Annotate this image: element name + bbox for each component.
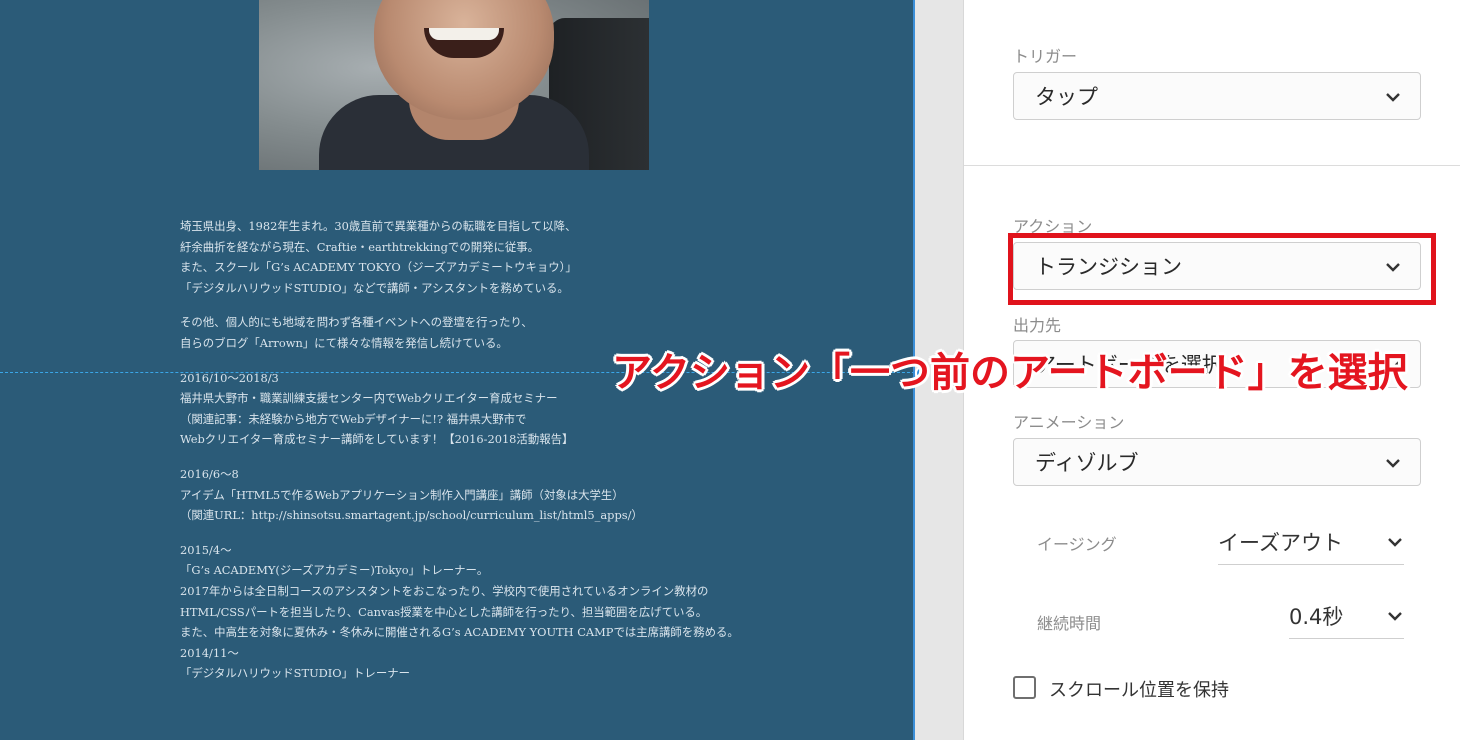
bio-line: 2016/6〜8 <box>180 466 239 481</box>
bio-line: 「G’s ACADEMY(ジーズアカデミー)Tokyo」トレーナー。 <box>180 563 489 578</box>
animation-select[interactable]: ディゾルブ <box>1013 438 1421 486</box>
bio-spacer <box>180 450 880 464</box>
section-divider <box>964 165 1460 166</box>
chevron-down-icon <box>1386 459 1400 468</box>
chevron-down-icon <box>1386 93 1400 102</box>
easing-label: イージング <box>1037 535 1117 554</box>
bio-line: 2015/4〜 <box>180 542 232 557</box>
trigger-select[interactable]: タップ <box>1013 72 1421 120</box>
duration-label: 継続時間 <box>1037 614 1102 633</box>
bio-line: 2014/11〜 <box>180 645 239 660</box>
profile-bio-text: 埼玉県出身、1982年生まれ。30歳直前で異業種からの転職を目指して以降、 紆余曲… <box>180 216 880 684</box>
bio-line: Webクリエイター育成セミナー講師をしています！【2016-2018活動報告】 <box>180 432 574 447</box>
bio-line: （関連URL：http://shinsotsu.smartagent.jp/sc… <box>180 508 643 523</box>
bio-line: （関連記事：未経験から地方でWebデザイナーに!? 福井県大野市で <box>180 411 527 426</box>
preserve-scroll-label: スクロール位置を保持 <box>1049 680 1229 701</box>
trigger-value: タップ <box>1035 85 1098 109</box>
bio-line: アイデム「HTML5で作るWebアプリケーション制作入門講座」講師（対象は大学生… <box>180 487 624 502</box>
bio-line: 2017年からは全日制コースのアシスタントをおこなったり、学校内で使用されている… <box>180 583 709 598</box>
duration-select[interactable]: 0.4秒 <box>1289 593 1404 639</box>
bio-line: 埼玉県出身、1982年生まれ。30歳直前で異業種からの転職を目指して以降、 <box>180 219 577 233</box>
annotation-highlight-box <box>1008 233 1436 305</box>
bio-line: 「デジタルハリウッドSTUDIO」などで講師・アシスタントを務めている。 <box>180 280 569 295</box>
bio-line: また、中高生を対象に夏休み・冬休みに開催されるG’s ACADEMY YOUTH… <box>180 625 739 640</box>
duration-value: 0.4秒 <box>1289 604 1344 629</box>
bio-line: HTML/CSSパートを担当したり、Canvas授業を中心とした講師を行ったり、… <box>180 604 708 619</box>
annotation-caption: アクション「一つ前のアートボード」を選択 <box>612 350 1408 396</box>
xd-prototype-screen: 埼玉県出身、1982年生まれ。30歳直前で異業種からの転職を目指して以降、 紆余曲… <box>0 0 1460 740</box>
chevron-down-icon <box>1388 612 1402 621</box>
destination-label: 出力先 <box>1013 316 1062 335</box>
bio-spacer <box>180 298 880 312</box>
animation-value: ディゾルブ <box>1035 451 1139 475</box>
animation-label: アニメーション <box>1013 413 1125 432</box>
trigger-label: トリガー <box>1013 47 1078 66</box>
preserve-scroll-checkbox[interactable] <box>1013 676 1036 699</box>
bio-line: その他、個人的にも地域を問わず各種イベントへの登壇を行ったり、 <box>180 315 533 330</box>
chevron-down-icon <box>1388 538 1402 547</box>
profile-photo <box>259 0 649 170</box>
bio-line: 紆余曲折を経ながら現在、Craftie・earthtrekkingでの開発に従事… <box>180 239 540 254</box>
bio-spacer <box>180 526 880 540</box>
easing-select[interactable]: イーズアウト <box>1218 519 1404 565</box>
easing-value: イーズアウト <box>1218 530 1343 555</box>
bio-line: 「デジタルハリウッドSTUDIO」トレーナー <box>180 666 410 681</box>
bio-line: また、スクール「G’s ACADEMY TOKYO（ジーズアカデミートウキョウ）… <box>180 260 577 275</box>
